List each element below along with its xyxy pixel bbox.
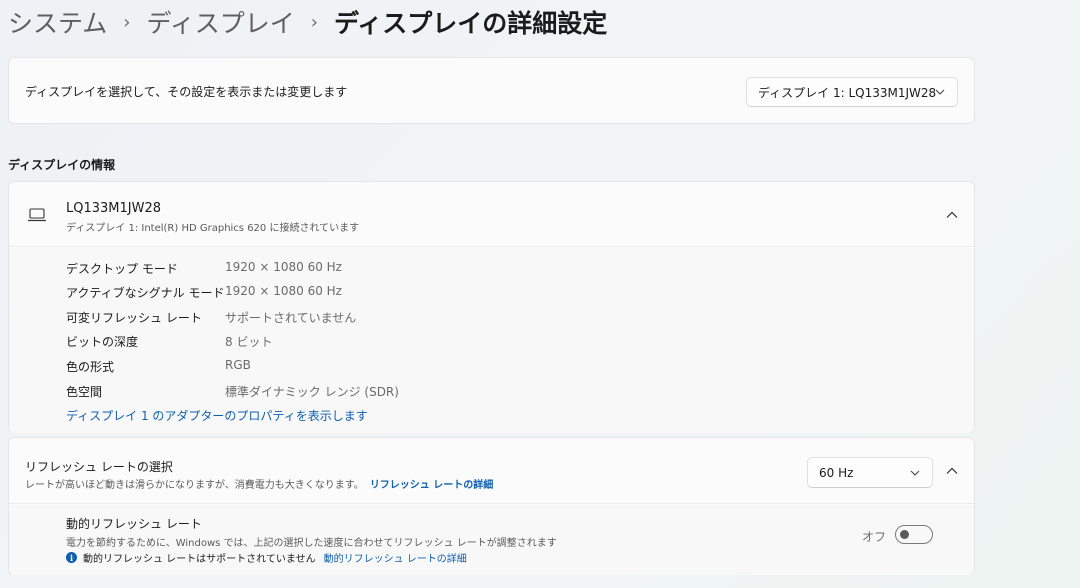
refresh-rate-details-link[interactable]: リフレッシュ レートの詳細 — [370, 480, 493, 491]
chevron-down-icon — [910, 470, 920, 476]
info-value: 標準ダイナミック レンジ (SDR) — [225, 385, 399, 399]
refresh-rate-dropdown[interactable]: 60 Hz — [807, 457, 933, 488]
device-connection: ディスプレイ 1: Intel(R) HD Graphics 620 に接続され… — [66, 223, 360, 234]
info-label: デスクトップ モード — [66, 262, 178, 276]
info-icon: i — [66, 552, 77, 563]
device-name: LQ133M1JW28 — [66, 201, 162, 216]
select-display-card: ディスプレイを選択して、その設定を表示または変更します ディスプレイ 1: LQ… — [8, 57, 975, 124]
dynamic-refresh-note-text: 動的リフレッシュ レートはサポートされていません — [83, 554, 316, 565]
info-value: RGB — [225, 358, 251, 372]
refresh-rate-header: リフレッシュ レートの選択 レートが高いほど動きは滑らかになりますが、消費電力も… — [9, 438, 974, 504]
display-info-details: デスクトップ モード 1920 × 1080 60 Hz アクティブなシグナル … — [9, 248, 974, 433]
refresh-rate-description-text: レートが高いほど動きは滑らかになりますが、消費電力も大きくなります。 — [25, 480, 364, 491]
chevron-down-icon — [935, 89, 945, 95]
toggle-state-label: オフ — [862, 530, 887, 544]
dynamic-refresh-description: 電力を節約するために、Windows では、上記の選択した速度に合わせてリフレッ… — [66, 538, 557, 549]
display-info-card: LQ133M1JW28 ディスプレイ 1: Intel(R) HD Graphi… — [8, 181, 975, 433]
toggle-knob — [900, 530, 909, 539]
info-value: 1920 × 1080 60 Hz — [225, 260, 342, 274]
display-select-value: ディスプレイ 1: LQ133M1JW28 — [758, 85, 937, 100]
info-value: 1920 × 1080 60 Hz — [225, 284, 342, 298]
chevron-right-icon: › — [123, 11, 131, 33]
info-label: アクティブなシグナル モード — [66, 286, 225, 300]
breadcrumb-display[interactable]: ディスプレイ — [146, 4, 294, 40]
refresh-rate-title: リフレッシュ レートの選択 — [25, 460, 173, 474]
refresh-rate-card: リフレッシュ レートの選択 レートが高いほど動きは滑らかになりますが、消費電力も… — [8, 437, 975, 575]
dynamic-refresh-details-link[interactable]: 動的リフレッシュ レートの詳細 — [324, 550, 467, 565]
laptop-icon — [28, 208, 46, 222]
info-value: サポートされていません — [225, 311, 357, 325]
display-select-dropdown[interactable]: ディスプレイ 1: LQ133M1JW28 — [746, 77, 958, 107]
chevron-up-icon[interactable] — [945, 464, 959, 478]
breadcrumb-system[interactable]: システム — [8, 4, 107, 40]
page-title: ディスプレイの詳細設定 — [333, 9, 608, 38]
breadcrumb: システム › ディスプレイ › ディスプレイの詳細設定 — [8, 4, 607, 40]
info-label: 色空間 — [66, 385, 103, 399]
refresh-rate-value: 60 Hz — [819, 465, 854, 480]
adapter-properties-link[interactable]: ディスプレイ 1 のアダプターのプロパティを表示します — [66, 407, 368, 424]
info-value: 8 ビット — [225, 335, 273, 349]
section-heading-display-info: ディスプレイの情報 — [8, 158, 116, 172]
info-label: 色の形式 — [66, 360, 115, 374]
chevron-up-icon[interactable] — [945, 208, 959, 222]
dynamic-refresh-note: i 動的リフレッシュ レートはサポートされていません 動的リフレッシュ レートの… — [66, 550, 467, 565]
info-label: ビットの深度 — [66, 335, 139, 349]
info-label: 可変リフレッシュ レート — [66, 311, 202, 325]
chevron-right-icon: › — [310, 11, 318, 33]
dynamic-refresh-title: 動的リフレッシュ レート — [66, 517, 202, 531]
select-display-label: ディスプレイを選択して、その設定を表示または変更します — [25, 85, 348, 99]
dynamic-refresh-toggle[interactable] — [895, 525, 933, 544]
dynamic-refresh-section: 動的リフレッシュ レート 電力を節約するために、Windows では、上記の選択… — [9, 505, 974, 575]
display-info-header[interactable]: LQ133M1JW28 ディスプレイ 1: Intel(R) HD Graphi… — [9, 182, 974, 247]
refresh-rate-description: レートが高いほど動きは滑らかになりますが、消費電力も大きくなります。 リフレッシュ… — [25, 476, 493, 491]
